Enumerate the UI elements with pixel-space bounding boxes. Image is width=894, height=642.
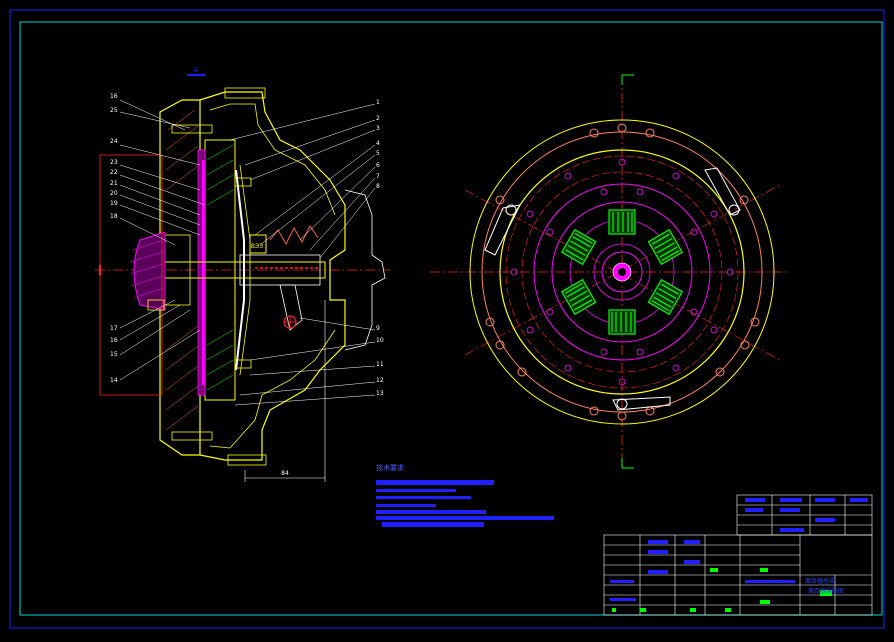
- balloon-right-8: 8: [376, 183, 380, 190]
- balloon-left-10: 17: [110, 325, 118, 332]
- release-spring: [269, 225, 319, 246]
- balloon-right-9: 9: [376, 325, 380, 332]
- title-block-name: 离合器总成: [805, 577, 835, 585]
- balloon-right-6: 6: [376, 162, 380, 169]
- balloon-right-3: 3: [376, 125, 380, 132]
- title-block: [603, 494, 873, 616]
- title-block-drawing: 离合器装配图: [808, 587, 844, 595]
- front-view: [430, 74, 790, 470]
- balloon-right-5: 5: [376, 150, 380, 157]
- balloon-left-7: 20: [110, 190, 118, 197]
- cad-drawing: A ВЭЗ 84 16 25 24 23 22 21 20 19 18 17 1…: [9, 9, 885, 629]
- release-fork: [279, 284, 303, 331]
- balloon-right-7: 7: [376, 173, 380, 180]
- balloon-right-1: 1: [376, 99, 380, 106]
- balloon-left-6: 21: [110, 180, 118, 187]
- balloon-left-4: 23: [110, 159, 118, 166]
- balloon-left-2: 25: [110, 107, 118, 114]
- balloon-left-3: 24: [110, 138, 118, 145]
- balloon-right-13: 13: [376, 390, 384, 397]
- balloon-left-1: 16: [110, 93, 118, 100]
- clutch-housing: [199, 91, 346, 461]
- view-mark-label: A: [194, 66, 199, 74]
- technical-notes: 技术要求: [376, 463, 554, 527]
- balloon-left-12: 15: [110, 351, 118, 358]
- section-view: A ВЭЗ 84 16 25 24 23 22 21 20 19 18 17 1…: [95, 66, 390, 482]
- dimension-label: 84: [281, 470, 289, 477]
- drive-straps: [484, 167, 741, 411]
- balloon-right-4: 4: [376, 140, 380, 147]
- balloon-left-8: 19: [110, 200, 118, 207]
- balloon-right-11: 11: [376, 361, 384, 368]
- notes-title: 技术要求: [376, 463, 404, 472]
- leaders-right: [229, 103, 376, 406]
- balloon-right-12: 12: [376, 377, 384, 384]
- balloon-left-11: 16: [110, 337, 118, 344]
- balloon-right-2: 2: [376, 115, 380, 122]
- balloon-left-9: 18: [110, 213, 118, 220]
- balloon-right-10: 10: [376, 337, 384, 344]
- pilot-bearing: [133, 231, 166, 311]
- balloon-left-5: 22: [110, 169, 118, 176]
- drawing-canvas: A ВЭЗ 84 16 25 24 23 22 21 20 19 18 17 1…: [0, 0, 894, 638]
- balloon-left-13: 14: [110, 377, 118, 384]
- bolts: [147, 87, 267, 466]
